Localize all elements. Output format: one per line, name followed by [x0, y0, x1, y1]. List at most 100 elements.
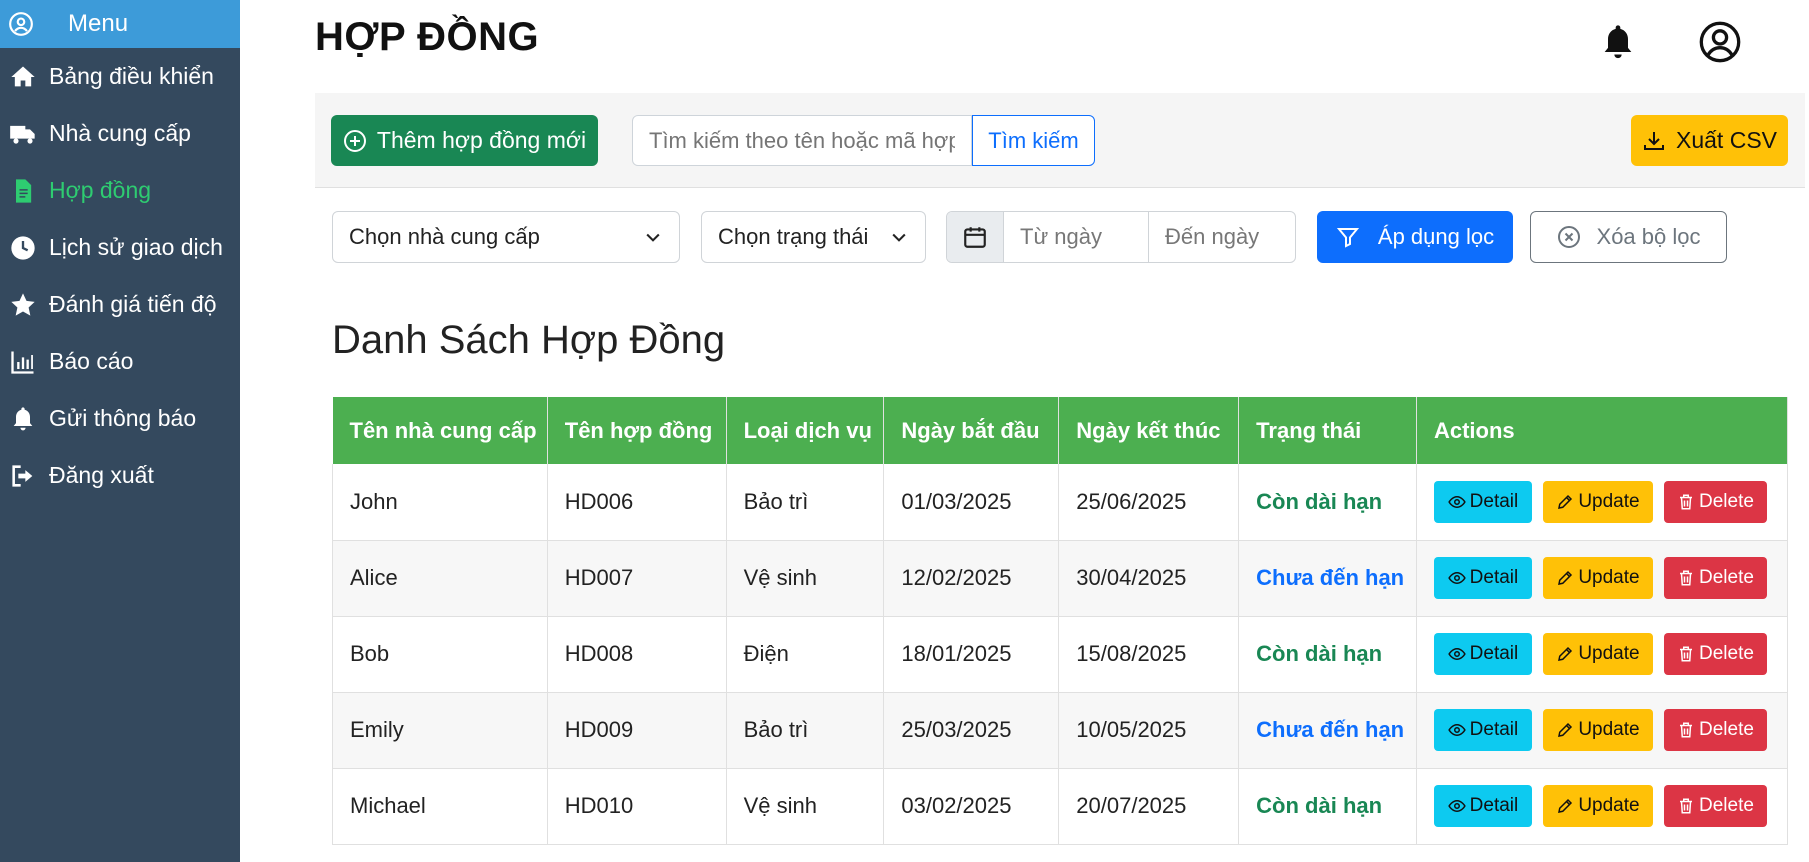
service-cell: Vệ sinh [726, 768, 885, 845]
toolbar: Thêm hợp đồng mới Tìm kiếm Xuất CSV [315, 93, 1805, 188]
status-cell: Còn dài hạn [1238, 464, 1417, 541]
trash-icon [1680, 722, 1692, 738]
chart-bar-icon [11, 351, 34, 374]
contract-code-cell: HD008 [547, 616, 727, 693]
to-date-input[interactable]: Đến ngày [1149, 212, 1259, 262]
detail-button[interactable]: Detail [1433, 709, 1532, 751]
sidebar-item-7[interactable]: Gửi thông báo [0, 390, 240, 447]
end-date-cell: 20/07/2025 [1058, 768, 1240, 845]
sidebar: Menu Bảng điều khiển Nhà cung cấp Hợp đồng… [0, 0, 240, 862]
detail-label: Detail [1469, 567, 1519, 588]
sidebar-item-label: Đánh giá tiến độ [49, 291, 217, 317]
detail-button[interactable]: Detail [1433, 633, 1532, 675]
start-date-cell: 01/03/2025 [883, 464, 1060, 541]
update-label: Update [1578, 567, 1640, 588]
delete-button[interactable]: Delete [1663, 709, 1767, 751]
page-title: HỢP ĐỒNG [315, 15, 540, 59]
pencil-icon [1558, 646, 1573, 661]
delete-label: Delete [1699, 719, 1754, 740]
star-icon [11, 292, 35, 316]
apply-filter-button[interactable]: Áp dụng lọc [1317, 211, 1513, 263]
sidebar-item-label: Gửi thông báo [49, 405, 197, 431]
menu-header[interactable]: Menu [0, 0, 240, 48]
status-cell: Còn dài hạn [1238, 616, 1417, 693]
delete-label: Delete [1699, 490, 1754, 512]
detail-button[interactable]: Detail [1433, 480, 1532, 523]
detail-label: Detail [1469, 719, 1519, 740]
status-select[interactable]: Chọn trạng thái [701, 211, 926, 263]
actions-cell: Detail Update Delete [1416, 540, 1789, 617]
delete-label: Delete [1699, 567, 1754, 588]
table-row: Alice HD007 Vệ sinh 12/02/2025 30/04/2025 Chư… [332, 540, 1789, 617]
bell-icon [13, 406, 33, 430]
detail-button[interactable]: Detail [1433, 785, 1532, 827]
contract-code-cell: HD009 [547, 692, 727, 769]
notification-bell-icon[interactable] [1598, 20, 1638, 64]
eye-icon [1447, 495, 1466, 508]
sidebar-item-3[interactable]: Hợp đồng [0, 162, 240, 219]
delete-label: Delete [1699, 643, 1754, 664]
from-date-input[interactable]: Từ ngày [1004, 212, 1149, 262]
delete-button[interactable]: Delete [1663, 480, 1767, 523]
column-header: Actions [1416, 397, 1789, 464]
clear-filter-button[interactable]: Xóa bộ lọc [1530, 211, 1727, 263]
sidebar-item-label: Đăng xuất [49, 462, 154, 488]
sidebar-item-label: Nhà cung cấp [49, 120, 191, 146]
sidebar-item-1[interactable]: Bảng điều khiển [0, 48, 240, 105]
pencil-icon [1558, 722, 1573, 737]
contracts-table: Tên nhà cung cấp Tên hợp đồng Loại dịch vụ… [332, 397, 1789, 845]
update-label: Update [1578, 719, 1640, 740]
delete-button[interactable]: Delete [1663, 785, 1767, 827]
end-date-cell: 25/06/2025 [1058, 464, 1240, 541]
search-input[interactable] [632, 115, 972, 166]
add-contract-button[interactable]: Thêm hợp đồng mới [331, 115, 598, 166]
actions-cell: Detail Update Delete [1416, 616, 1789, 693]
update-button[interactable]: Update [1542, 709, 1653, 751]
status-cell: Chưa đến hạn [1238, 692, 1417, 769]
update-label: Update [1578, 490, 1640, 512]
chevron-down-icon [892, 233, 906, 242]
supplier-cell: Michael [332, 768, 548, 845]
add-contract-label: Thêm hợp đồng mới [376, 127, 587, 153]
filter-icon [1336, 228, 1360, 248]
sidebar-item-6[interactable]: Báo cáo [0, 333, 240, 390]
sidebar-item-8[interactable]: Đăng xuất [0, 447, 240, 504]
column-header: Tên hợp đồng [547, 397, 727, 464]
user-profile-icon[interactable] [1698, 20, 1742, 64]
status-cell: Còn dài hạn [1238, 768, 1417, 845]
detail-label: Detail [1469, 795, 1519, 816]
pencil-icon [1558, 570, 1573, 585]
service-cell: Bảo trì [726, 692, 885, 769]
update-button[interactable]: Update [1542, 785, 1653, 827]
column-header: Ngày kết thúc [1058, 397, 1240, 464]
sidebar-item-5[interactable]: Đánh giá tiến độ [0, 276, 240, 333]
clear-filter-label: Xóa bộ lọc [1596, 224, 1701, 249]
search-button[interactable]: Tìm kiếm [972, 115, 1095, 166]
sidebar-item-4[interactable]: Lịch sử giao dịch [0, 219, 240, 276]
delete-label: Delete [1699, 795, 1754, 816]
eye-icon [1447, 799, 1466, 813]
apply-filter-label: Áp dụng lọc [1377, 224, 1495, 249]
table-row: John HD006 Bảo trì 01/03/2025 25/06/2025 Còn … [332, 464, 1789, 541]
update-button[interactable]: Update [1542, 557, 1653, 599]
service-cell: Vệ sinh [726, 540, 885, 617]
delete-button[interactable]: Delete [1663, 633, 1767, 675]
delete-button[interactable]: Delete [1663, 557, 1767, 599]
detail-button[interactable]: Detail [1433, 557, 1532, 599]
update-label: Update [1578, 795, 1640, 816]
end-date-cell: 15/08/2025 [1058, 616, 1240, 693]
supplier-select[interactable]: Chọn nhà cung cấp [332, 211, 680, 263]
export-csv-button[interactable]: Xuất CSV [1631, 115, 1788, 166]
sidebar-item-label: Lịch sử giao dịch [49, 234, 223, 260]
trash-icon [1680, 798, 1692, 814]
eye-icon [1447, 723, 1466, 737]
update-button[interactable]: Update [1542, 633, 1653, 675]
start-date-cell: 18/01/2025 [883, 616, 1060, 693]
x-circle-icon [1557, 226, 1580, 248]
supplier-cell: John [332, 464, 548, 541]
pencil-icon [1558, 798, 1573, 813]
sidebar-item-2[interactable]: Nhà cung cấp [0, 105, 240, 162]
detail-label: Detail [1469, 490, 1519, 512]
update-button[interactable]: Update [1542, 480, 1653, 523]
list-title: Danh Sách Hợp Đồng [332, 318, 726, 362]
